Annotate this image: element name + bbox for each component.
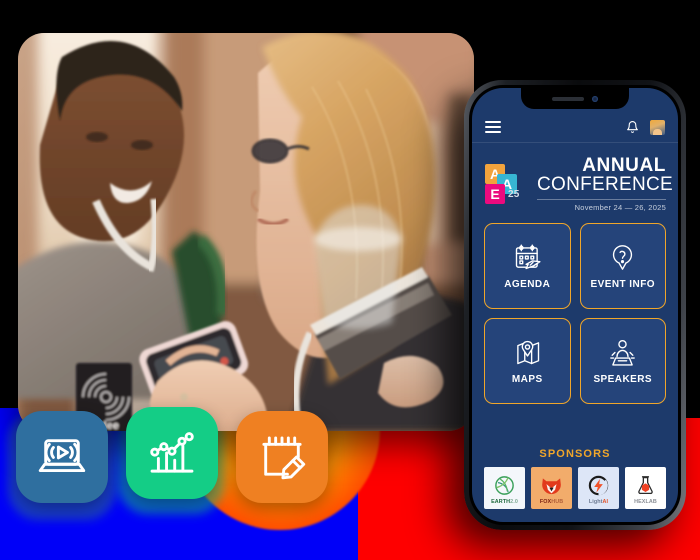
user-avatar[interactable] — [650, 119, 665, 135]
tile-speakers-label: SPEAKERS — [593, 374, 653, 386]
phone-bezel: A A E 25 ANNUAL CONFERENCE November 24 —… — [469, 85, 681, 525]
phone-notch — [521, 88, 629, 109]
webcast-app-icon[interactable] — [16, 411, 108, 503]
sponsors-title: SPONSORS — [539, 448, 611, 460]
tile-speakers[interactable]: SPEAKERS — [579, 317, 666, 404]
earpiece-speaker — [552, 96, 584, 101]
question-pin-icon — [613, 245, 633, 270]
fox-head-icon — [542, 478, 561, 495]
event-hero: A A E 25 ANNUAL CONFERENCE November 24 —… — [472, 143, 678, 223]
sponsor-name-earth: EARTH2.0 — [491, 498, 518, 505]
phone-screen: A A E 25 ANNUAL CONFERENCE November 24 —… — [472, 88, 678, 522]
event-logo: A A E 25 — [483, 162, 529, 206]
notification-bell-icon[interactable] — [626, 120, 639, 134]
sponsor-card-lightai[interactable]: LightAI — [578, 467, 619, 509]
bar-chart-trend-icon — [150, 432, 194, 473]
tile-maps[interactable]: MAPS — [484, 317, 571, 404]
event-date: November 24 — 26, 2025 — [574, 202, 666, 212]
tile-agenda-label: AGENDA — [504, 279, 551, 291]
tile-agenda[interactable]: AGENDA — [484, 222, 571, 309]
event-title-line1: ANNUAL — [582, 155, 666, 176]
sponsor-card-hexlab[interactable]: HEXLAB — [625, 467, 666, 509]
calendar-plane-icon — [515, 244, 541, 270]
flask-hex-icon — [638, 476, 653, 495]
laptop-broadcast-icon — [38, 439, 86, 473]
sponsor-name-lightai: LightAI — [588, 498, 609, 505]
sponsor-name-foxhub: FOXHUB — [539, 498, 564, 505]
sponsor-card-foxhub[interactable]: FOXHUB — [531, 467, 572, 509]
event-title-block: ANNUAL CONFERENCE November 24 — 26, 2025 — [537, 155, 674, 212]
analytics-app-icon[interactable] — [126, 407, 218, 499]
front-camera-icon — [592, 95, 598, 102]
sponsor-mark-foxhub — [540, 474, 563, 498]
sponsor-name-hexlab: HEXLAB — [634, 498, 657, 505]
tile-event-info-label: EVENT INFO — [590, 279, 655, 291]
sponsor-mark-earth — [493, 474, 516, 498]
app-bar — [472, 112, 678, 142]
map-pin-icon — [516, 340, 539, 365]
podium-speaker-icon — [610, 340, 636, 366]
conference-photo-card: ndee — [18, 33, 474, 431]
sponsor-mark-lightai — [587, 474, 610, 498]
logo-year: 25 — [508, 188, 520, 200]
menu-tile-grid: AGENDA EVENT INFO MAPS SPEAKERS — [472, 222, 678, 404]
sponsors-section: SPONSORS EARTH2.0 FOXHUB LightAI HEXLAB — [472, 440, 678, 522]
logo-tile-e-magenta: E — [485, 183, 505, 204]
sponsor-mark-hexlab — [634, 474, 657, 498]
sponsor-logo-list: EARTH2.0 FOXHUB LightAI HEXLAB — [484, 467, 666, 509]
globe-leaf-icon — [495, 476, 514, 495]
smartphone-mockup: A A E 25 ANNUAL CONFERENCE November 24 —… — [464, 80, 686, 530]
event-title-divider — [537, 198, 666, 200]
bolt-circle-icon — [588, 475, 609, 496]
composite-scene: ndee A A E 25 ANNUAL CONFERENCE November… — [0, 0, 700, 560]
event-title-line2: CONFERENCE — [537, 174, 674, 195]
hamburger-menu-icon[interactable] — [485, 121, 501, 133]
tile-event-info[interactable]: EVENT INFO — [579, 222, 666, 309]
sponsor-card-earth[interactable]: EARTH2.0 — [484, 467, 525, 509]
notepad-pencil-icon — [262, 436, 306, 480]
notes-app-icon[interactable] — [236, 411, 328, 503]
conference-photo: ndee — [18, 33, 474, 431]
tile-maps-label: MAPS — [511, 374, 543, 386]
